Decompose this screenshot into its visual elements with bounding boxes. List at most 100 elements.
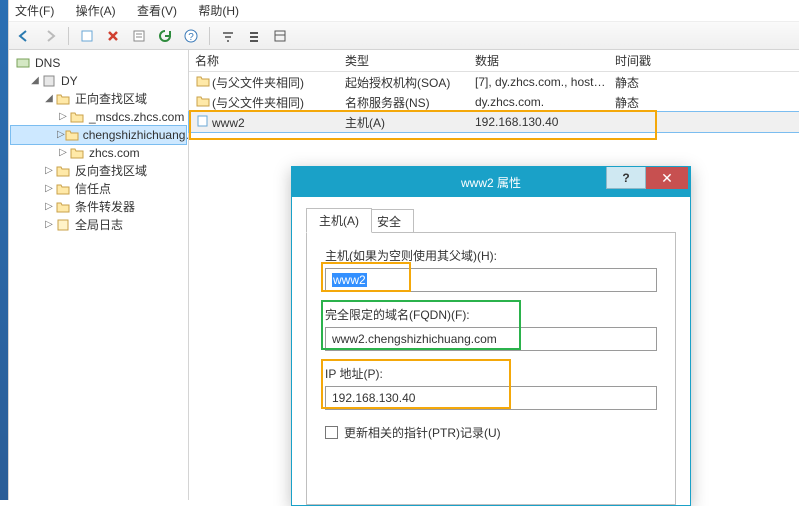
server-icon [41, 74, 57, 88]
table-row[interactable]: www2主机(A)192.168.130.40 [189, 112, 799, 132]
tree-zone-zhcs[interactable]: ▷ zhcs.com [11, 144, 186, 162]
separator [209, 27, 210, 45]
menu-file[interactable]: 文件(F) [15, 4, 54, 18]
tree-label: 条件转发器 [75, 198, 135, 216]
tree-label: 信任点 [75, 180, 111, 198]
expand-icon[interactable]: ▷ [43, 180, 55, 198]
dialog-tab-pane: 主机(如果为空则使用其父域)(H): www2 完全限定的域名(FQDN)(F)… [306, 233, 676, 505]
cell-data: dy.zhcs.com. [469, 95, 609, 109]
expand-icon[interactable]: ▷ [43, 162, 55, 180]
separator [68, 27, 69, 45]
table-row[interactable]: (与父文件夹相同)名称服务器(NS)dy.zhcs.com.静态 [189, 92, 799, 112]
tree-trust-points[interactable]: ▷ 信任点 [11, 180, 186, 198]
new-icon[interactable] [76, 25, 98, 47]
host-value: www2 [332, 273, 367, 287]
help-button[interactable]: ? [606, 167, 646, 189]
fqdn-group: 完全限定的域名(FQDN)(F): www2.chengshizhichuang… [325, 306, 657, 351]
tree-conditional-forwarders[interactable]: ▷ 条件转发器 [11, 198, 186, 216]
col-type[interactable]: 类型 [339, 52, 469, 69]
tree-label: 正向查找区域 [75, 90, 147, 108]
menu-help[interactable]: 帮助(H) [198, 4, 239, 18]
tree-zone-msdcs[interactable]: ▷ _msdcs.zhcs.com [11, 108, 186, 126]
cell-ttl: 静态 [609, 74, 799, 91]
close-button[interactable]: ✕ [646, 167, 688, 189]
tree-root-dns[interactable]: DNS [11, 54, 186, 72]
host-input[interactable]: www2 [325, 268, 657, 292]
filter-icon[interactable] [217, 25, 239, 47]
log-icon [55, 218, 71, 232]
folder-icon [55, 164, 71, 178]
tree-label: 反向查找区域 [75, 162, 147, 180]
dialog-body: 主机(A) 安全 主机(如果为空则使用其父域)(H): www2 完全限定的域名… [292, 197, 690, 505]
expand-icon[interactable]: ▷ [57, 144, 69, 162]
tree-label: DNS [35, 54, 60, 72]
col-data[interactable]: 数据 [469, 52, 609, 69]
svg-text:?: ? [188, 32, 194, 43]
expand-icon[interactable]: ▷ [57, 126, 65, 144]
folder-icon [55, 200, 71, 214]
tree-server[interactable]: ◢ DY [11, 72, 186, 90]
properties-icon[interactable] [128, 25, 150, 47]
checkbox-icon[interactable] [325, 426, 338, 439]
expand-icon[interactable]: ▷ [43, 198, 55, 216]
zone-icon [69, 146, 85, 160]
details-icon[interactable] [269, 25, 291, 47]
table-row[interactable]: (与父文件夹相同)起始授权机构(SOA)[7], dy.zhcs.com., h… [189, 72, 799, 92]
tab-host[interactable]: 主机(A) [306, 208, 372, 233]
col-ttl[interactable]: 时间戳 [609, 52, 799, 69]
tree-forward-zones[interactable]: ◢ 正向查找区域 [11, 90, 186, 108]
back-icon[interactable] [13, 25, 35, 47]
cell-type: 名称服务器(NS) [339, 94, 469, 111]
ip-input[interactable]: 192.168.130.40 [325, 386, 657, 410]
cell-name: (与父文件夹相同) [189, 74, 339, 91]
menubar: 文件(F) 操作(A) 查看(V) 帮助(H) [9, 0, 799, 22]
zone-icon [69, 110, 85, 124]
tree-pane[interactable]: DNS ◢ DY ◢ 正向查找区域 ▷ _msdcs.zhcs.com ▷ ch… [9, 50, 189, 500]
refresh-icon[interactable] [154, 25, 176, 47]
ptr-checkbox-row[interactable]: 更新相关的指针(PTR)记录(U) [325, 424, 657, 441]
collapse-icon[interactable]: ◢ [29, 72, 41, 90]
folder-icon [55, 92, 71, 106]
column-headers: 名称 类型 数据 时间戳 [189, 50, 799, 72]
collapse-icon[interactable]: ◢ [43, 90, 55, 108]
fqdn-input[interactable]: www2.chengshizhichuang.com [325, 327, 657, 351]
expand-icon[interactable]: ▷ [43, 216, 55, 234]
rows-container: (与父文件夹相同)起始授权机构(SOA)[7], dy.zhcs.com., h… [189, 72, 799, 132]
cell-type: 起始授权机构(SOA) [339, 74, 469, 91]
ip-group: IP 地址(P): 192.168.130.40 [325, 365, 657, 410]
fqdn-value: www2.chengshizhichuang.com [332, 332, 497, 346]
col-name[interactable]: 名称 [189, 52, 339, 69]
expand-icon[interactable]: ▷ [57, 108, 69, 126]
cell-type: 主机(A) [339, 114, 469, 131]
help-icon[interactable]: ? [180, 25, 202, 47]
tree-reverse-zones[interactable]: ▷ 反向查找区域 [11, 162, 186, 180]
dns-manager-window: 文件(F) 操作(A) 查看(V) 帮助(H) ? DNS ◢ DY [8, 0, 799, 500]
tree-label: zhcs.com [89, 144, 140, 162]
toolbar: ? [9, 22, 799, 50]
cell-data: [7], dy.zhcs.com., hostm... [469, 75, 609, 89]
host-group: 主机(如果为空则使用其父域)(H): www2 [325, 247, 657, 292]
host-label: 主机(如果为空则使用其父域)(H): [325, 247, 657, 264]
fqdn-label: 完全限定的域名(FQDN)(F): [325, 306, 657, 323]
cell-name: (与父文件夹相同) [189, 94, 339, 111]
cell-ttl: 静态 [609, 94, 799, 111]
record-icon [195, 74, 211, 88]
tree-global-logs[interactable]: ▷ 全局日志 [11, 216, 186, 234]
dialog-titlebar[interactable]: www2 属性 ? ✕ [292, 167, 690, 197]
list-icon[interactable] [243, 25, 265, 47]
properties-dialog: www2 属性 ? ✕ 主机(A) 安全 主机(如果为空则使用其父域)(H): … [291, 166, 691, 506]
desktop-edge [0, 0, 8, 500]
tree-zone-chengshi[interactable]: ▷ chengshizhichuang. [11, 126, 186, 144]
delete-icon[interactable] [102, 25, 124, 47]
menu-action[interactable]: 操作(A) [76, 4, 116, 18]
tree-label: chengshizhichuang. [83, 126, 189, 144]
forward-icon [39, 25, 61, 47]
tree-label: _msdcs.zhcs.com [89, 108, 184, 126]
cell-name: www2 [189, 114, 339, 130]
tabstrip: 主机(A) 安全 [306, 207, 676, 233]
dialog-title-text: www2 属性 [461, 174, 521, 191]
menu-view[interactable]: 查看(V) [137, 4, 177, 18]
folder-icon [55, 182, 71, 196]
ip-value: 192.168.130.40 [332, 391, 415, 405]
record-icon [195, 114, 211, 128]
